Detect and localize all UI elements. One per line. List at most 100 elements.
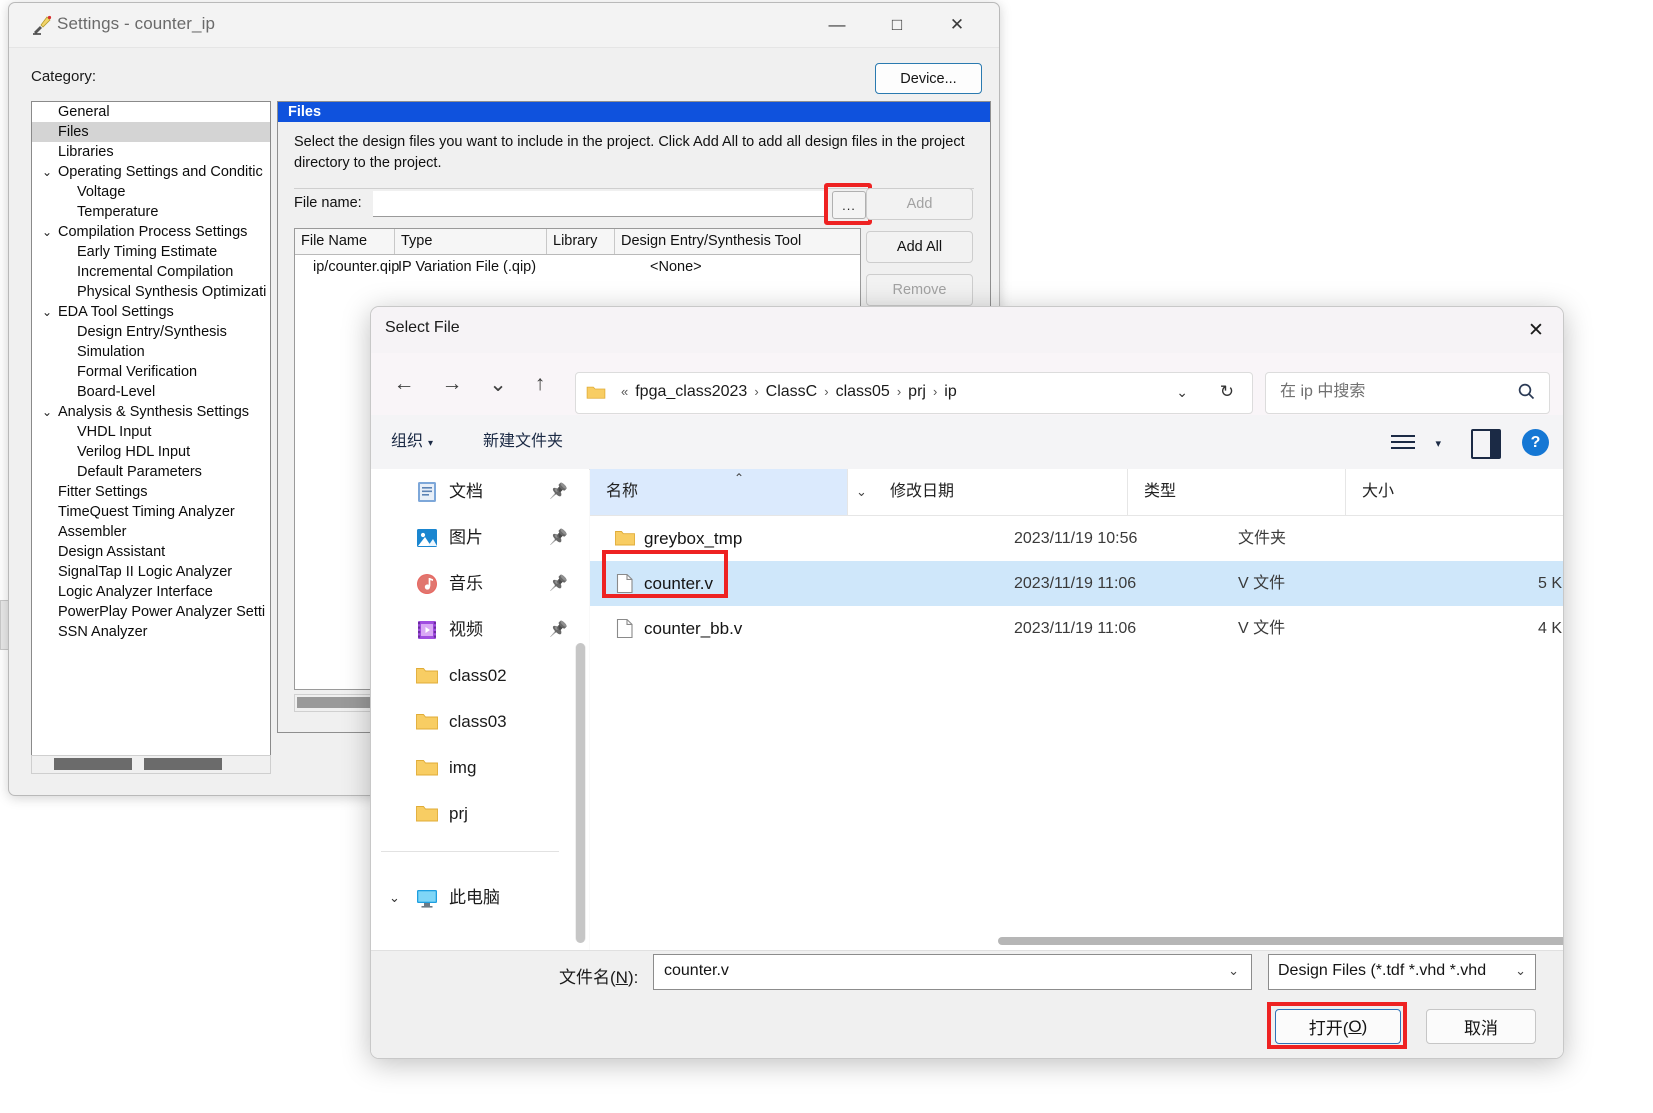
up-icon[interactable]: ↑	[521, 365, 559, 403]
search-box[interactable]: 在 ip 中搜索	[1265, 372, 1550, 414]
column-header-name[interactable]: 名称	[590, 469, 848, 515]
category-item-formal-verification[interactable]: Formal Verification	[32, 362, 270, 382]
category-item-fitter-settings[interactable]: Fitter Settings	[32, 482, 270, 502]
breadcrumb-path[interactable]: « fpga_class2023 › ClassC › class05 › prj › ip	[614, 373, 957, 411]
chevron-down-icon[interactable]: ⌄	[40, 222, 54, 242]
nav-item-img[interactable]: img	[371, 745, 589, 791]
category-item-early-timing-estimate[interactable]: Early Timing Estimate	[32, 242, 270, 262]
category-item-general[interactable]: General	[32, 102, 270, 122]
category-item-ssn-analyzer[interactable]: SSN Analyzer	[32, 622, 270, 642]
browse-button[interactable]: ...	[832, 191, 866, 219]
category-item-files[interactable]: Files	[32, 122, 270, 142]
chevron-down-icon[interactable]: ⌄	[40, 302, 54, 322]
scrollbar-thumb[interactable]	[54, 758, 132, 770]
chevron-down-icon[interactable]: ⌄	[40, 402, 54, 422]
scrollbar-thumb[interactable]	[576, 643, 585, 943]
category-item-operating-settings-and-conditic[interactable]: ⌄ Operating Settings and Conditic	[32, 162, 270, 182]
breadcrumb[interactable]: «fpga_class2023 › ClassC › class05 › prj › ip ⌄ …	[575, 372, 1253, 414]
category-item-verilog-hdl-input[interactable]: Verilog HDL Input	[32, 442, 270, 462]
files-table-col-tool[interactable]: Design Entry/Synthesis Tool	[615, 229, 859, 254]
files-table-col-file-name[interactable]: File Name	[295, 229, 395, 254]
footer-file-name-input[interactable]: counter.v ⌄	[653, 954, 1252, 990]
maximize-button[interactable]: □	[867, 3, 927, 47]
view-options-icon[interactable]	[1391, 431, 1415, 453]
navigation-pane-scrollbar[interactable]	[575, 643, 586, 943]
nav-item-图片[interactable]: 图片 📌	[371, 515, 589, 561]
breadcrumb-part[interactable]: ClassC	[766, 383, 818, 400]
category-item-eda-tool-settings[interactable]: ⌄ EDA Tool Settings	[32, 302, 270, 322]
remove-button[interactable]: Remove	[866, 274, 973, 306]
category-item-design-assistant[interactable]: Design Assistant	[32, 542, 270, 562]
file-list-item[interactable]: counter.v 2023/11/19 11:06 V 文件 5 K	[590, 550, 1563, 606]
category-item-vhdl-input[interactable]: VHDL Input	[32, 422, 270, 442]
chevron-down-icon[interactable]: ⌄	[389, 875, 400, 921]
nav-item-class03[interactable]: class03	[371, 699, 589, 745]
category-item-default-parameters[interactable]: Default Parameters	[32, 462, 270, 482]
category-tree-hscrollbar[interactable]	[31, 755, 271, 774]
organize-button[interactable]: 组织 ▾	[391, 429, 433, 455]
category-item-design-entry-synthesis[interactable]: Design Entry/Synthesis	[32, 322, 270, 342]
category-item-signaltap-ii-logic-analyzer[interactable]: SignalTap II Logic Analyzer	[32, 562, 270, 582]
category-item-board-level[interactable]: Board-Level	[32, 382, 270, 402]
refresh-icon[interactable]: ↻	[1220, 373, 1234, 411]
file-list-item[interactable]: greybox_tmp 2023/11/19 10:56 文件夹	[590, 516, 1563, 561]
file-name-input[interactable]	[373, 191, 828, 217]
close-button[interactable]: ✕	[927, 3, 987, 47]
category-item-simulation[interactable]: Simulation	[32, 342, 270, 362]
breadcrumb-part[interactable]: ip	[944, 383, 956, 400]
nav-item-class02[interactable]: class02	[371, 653, 589, 699]
category-item-powerplay-power-analyzer-setti[interactable]: PowerPlay Power Analyzer Setti	[32, 602, 270, 622]
category-item-incremental-compilation[interactable]: Incremental Compilation	[32, 262, 270, 282]
close-icon[interactable]: ✕	[1509, 307, 1563, 353]
column-header-type[interactable]: 类型	[1128, 469, 1346, 515]
scrollbar-thumb[interactable]	[998, 937, 1563, 945]
category-item-compilation-process-settings[interactable]: ⌄ Compilation Process Settings	[32, 222, 270, 242]
breadcrumb-part[interactable]: class05	[836, 383, 890, 400]
category-item-analysis-synthesis-settings[interactable]: ⌄ Analysis & Synthesis Settings	[32, 402, 270, 422]
category-item-voltage[interactable]: Voltage	[32, 182, 270, 202]
new-folder-button[interactable]: 新建文件夹	[483, 429, 563, 455]
back-icon[interactable]: ←	[385, 365, 423, 403]
nav-item-this-pc[interactable]: ⌄ 此电脑	[371, 875, 589, 921]
breadcrumb-dropdown-icon[interactable]: ⌄	[1176, 373, 1188, 411]
file-list-item[interactable]: counter_bb.v 2023/11/19 11:06 V 文件 4 K	[590, 606, 1563, 651]
category-item-physical-synthesis-optimizati[interactable]: Physical Synthesis Optimizati	[32, 282, 270, 302]
device-button[interactable]: Device...	[875, 63, 982, 94]
nav-item-prj[interactable]: prj	[371, 791, 589, 837]
category-tree[interactable]: General Files Libraries ⌄ Operating Settings…	[31, 101, 271, 756]
pin-icon[interactable]: 📌	[549, 561, 568, 607]
nav-item-音乐[interactable]: 音乐 📌	[371, 561, 589, 607]
preview-pane-icon[interactable]	[1471, 429, 1501, 459]
chevron-down-icon[interactable]: ⌄	[40, 162, 54, 182]
add-all-button[interactable]: Add All	[866, 231, 973, 263]
column-header-date[interactable]: 修改日期	[874, 469, 1128, 515]
category-item-logic-analyzer-interface[interactable]: Logic Analyzer Interface	[32, 582, 270, 602]
breadcrumb-part[interactable]: fpga_class2023	[635, 383, 747, 400]
chevron-down-icon[interactable]: ⌄	[1515, 955, 1526, 987]
forward-icon[interactable]: →	[433, 365, 471, 403]
add-button[interactable]: Add	[866, 188, 973, 220]
search-input[interactable]: 在 ip 中搜索	[1280, 373, 1365, 411]
file-list-hscrollbar[interactable]	[590, 931, 1563, 951]
column-header-size[interactable]: 大小	[1346, 469, 1546, 515]
category-item-libraries[interactable]: Libraries	[32, 142, 270, 162]
files-table-row[interactable]: ip/counter.qip IP Variation File (.qip) …	[295, 255, 860, 279]
pin-icon[interactable]: 📌	[549, 469, 568, 515]
pin-icon[interactable]: 📌	[549, 515, 568, 561]
pin-icon[interactable]: 📌	[549, 607, 568, 653]
files-table-col-type[interactable]: Type	[395, 229, 547, 254]
scrollbar-thumb-secondary[interactable]	[144, 758, 222, 770]
category-item-temperature[interactable]: Temperature	[32, 202, 270, 222]
cancel-button[interactable]: 取消	[1426, 1009, 1536, 1044]
files-table-col-library[interactable]: Library	[547, 229, 615, 254]
recent-locations-icon[interactable]: ⌄	[479, 365, 517, 403]
nav-item-视频[interactable]: 视频 📌	[371, 607, 589, 653]
minimize-button[interactable]: —	[807, 3, 867, 47]
view-options-chevron-down-icon[interactable]: ▾	[1435, 437, 1441, 450]
nav-item-文档[interactable]: 文档 📌	[371, 469, 589, 515]
help-icon[interactable]: ?	[1522, 429, 1549, 456]
file-type-filter-dropdown[interactable]: Design Files (*.tdf *.vhd *.vhd ⌄	[1268, 954, 1536, 990]
breadcrumb-part[interactable]: prj	[908, 383, 926, 400]
column-chevron-down-icon[interactable]: ⌄	[856, 469, 867, 515]
category-item-timequest-timing-analyzer[interactable]: TimeQuest Timing Analyzer	[32, 502, 270, 522]
